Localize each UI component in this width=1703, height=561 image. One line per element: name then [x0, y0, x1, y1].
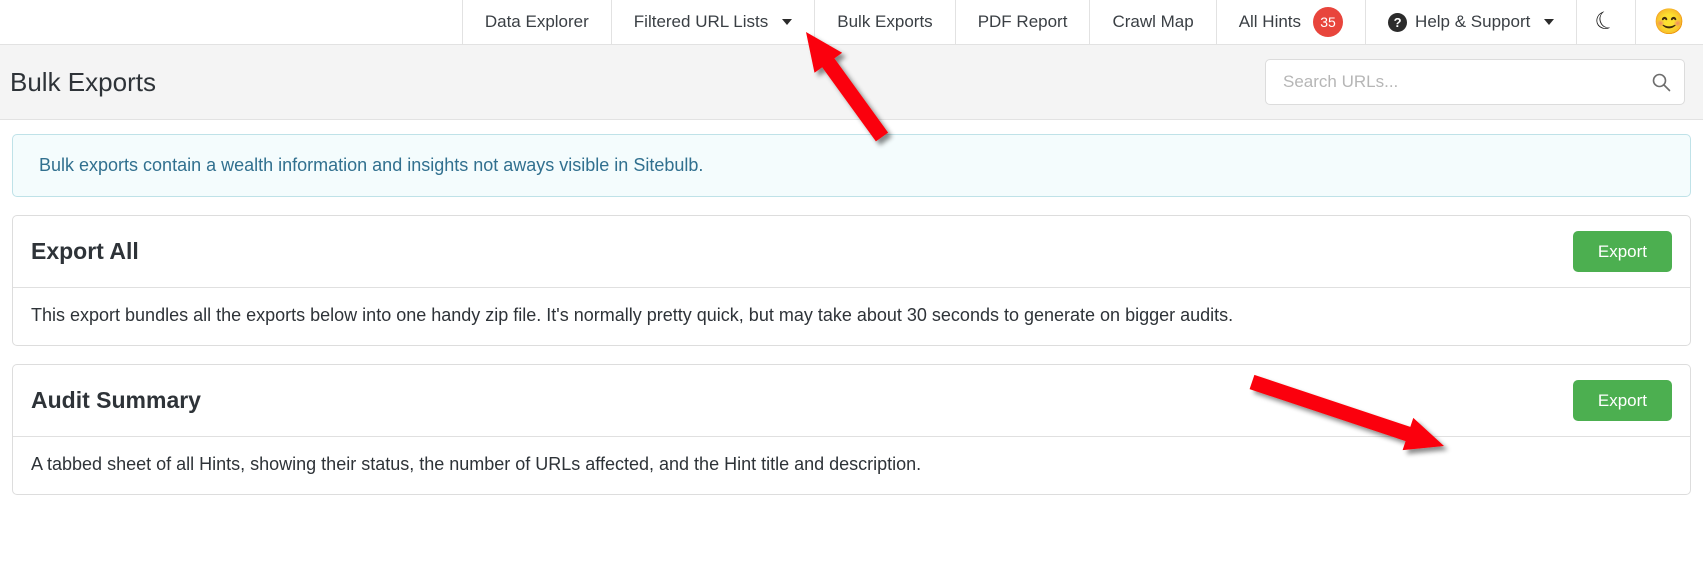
smiley-avatar-icon: 😊 [1653, 7, 1685, 36]
search-input[interactable] [1265, 59, 1685, 105]
nav-item-label: Crawl Map [1112, 12, 1194, 31]
nav-item-label: All Hints [1238, 12, 1302, 31]
nav-item-crawl-map[interactable]: Crawl Map [1089, 0, 1216, 44]
nav-item-help-and-support[interactable]: ? Help & Support [1365, 0, 1577, 44]
export-all-button[interactable]: Export [1572, 231, 1672, 272]
nav-item-label: PDF Report [977, 12, 1068, 31]
nav-item-data-explorer[interactable]: Data Explorer [461, 0, 611, 44]
card-title: Export All [31, 238, 139, 264]
nav-item-pdf-report[interactable]: PDF Report [954, 0, 1090, 44]
info-banner-text: Bulk exports contain a wealth informatio… [39, 155, 704, 175]
chevron-down-icon [782, 19, 793, 25]
card-title: Audit Summary [31, 387, 201, 413]
search-container [1265, 59, 1685, 105]
question-mark-circle-icon: ? [1388, 12, 1408, 32]
nav-item-all-hints[interactable]: All Hints 35 [1215, 0, 1366, 44]
page-header-bar: Bulk Exports [0, 45, 1703, 120]
card-description: This export bundles all the exports belo… [31, 305, 1234, 325]
top-navigation-bar: Data Explorer Filtered URL Lists Bulk Ex… [0, 0, 1703, 45]
nav-item-label: Bulk Exports [837, 12, 933, 31]
chevron-down-icon [1544, 19, 1555, 25]
moon-icon: ☾ [1591, 5, 1621, 38]
info-banner: Bulk exports contain a wealth informatio… [12, 134, 1691, 197]
nav-item-filtered-url-lists[interactable]: Filtered URL Lists [610, 0, 815, 44]
nav-item-bulk-exports[interactable]: Bulk Exports [814, 0, 955, 44]
card-description: A tabbed sheet of all Hints, showing the… [31, 454, 922, 474]
nav-item-label: Data Explorer [484, 12, 589, 31]
nav-item-label: Filtered URL Lists [633, 12, 769, 31]
page-title: Bulk Exports [10, 66, 156, 97]
export-card-audit-summary: Audit Summary Export A tabbed sheet of a… [12, 364, 1691, 495]
card-header: Export All Export [13, 216, 1690, 288]
user-avatar-button[interactable]: 😊 [1634, 0, 1703, 44]
audit-summary-export-button[interactable]: Export [1572, 380, 1672, 421]
main-content: Bulk exports contain a wealth informatio… [0, 120, 1703, 495]
dark-mode-toggle[interactable]: ☾ [1576, 0, 1635, 44]
card-header: Audit Summary Export [13, 365, 1690, 437]
hints-count-badge: 35 [1313, 7, 1344, 37]
nav-item-label: Help & Support [1415, 12, 1531, 31]
export-card-export-all: Export All Export This export bundles al… [12, 215, 1691, 346]
